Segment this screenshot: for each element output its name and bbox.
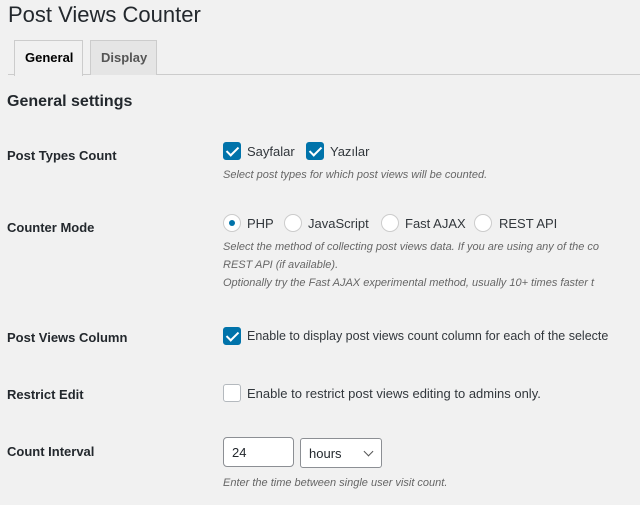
radio-javascript[interactable] (284, 214, 302, 232)
counter-mode-label: Counter Mode (7, 220, 95, 235)
counter-mode-desc-1: Select the method of collecting post vie… (223, 241, 600, 253)
restrict-edit-label: Restrict Edit (7, 387, 84, 402)
radio-php[interactable] (223, 214, 241, 232)
section-title: General settings (7, 93, 133, 110)
count-interval-input[interactable]: 24 (223, 437, 294, 467)
post-views-column-label: Post Views Column (7, 330, 128, 345)
chevron-down-icon (363, 446, 374, 457)
checkbox-yazilar[interactable] (306, 142, 324, 160)
radio-javascript-label: JavaScript (308, 216, 369, 231)
radio-fast-ajax[interactable] (381, 214, 399, 232)
count-interval-label: Count Interval (7, 444, 95, 459)
tab-general[interactable]: General (14, 40, 83, 76)
checkbox-post-views-column[interactable] (223, 327, 241, 345)
radio-rest-api[interactable] (474, 214, 492, 232)
counter-mode-desc-3: Optionally try the Fast AJAX experimenta… (223, 277, 595, 289)
count-interval-desc: Enter the time between single user visit… (223, 477, 448, 489)
restrict-edit-text: Enable to restrict post views editing to… (247, 386, 541, 401)
radio-php-label: PHP (247, 216, 274, 231)
radio-fast-ajax-label: Fast AJAX (405, 216, 466, 231)
post-views-column-text: Enable to display post views count colum… (247, 329, 609, 343)
counter-mode-desc: Select the method of collecting post vie… (223, 238, 636, 292)
unit-value: hours (309, 446, 342, 461)
yazilar-label: Yazılar (330, 144, 370, 159)
checkbox-restrict-edit[interactable] (223, 384, 241, 402)
page-title: Post Views Counter (8, 2, 201, 27)
sayfalar-label: Sayfalar (247, 144, 295, 159)
counter-mode-desc-2: REST API (if available). (223, 259, 339, 271)
tab-display[interactable]: Display (90, 40, 157, 75)
post-types-desc: Select post types for which post views w… (223, 169, 488, 181)
checkbox-sayfalar[interactable] (223, 142, 241, 160)
radio-rest-api-label: REST API (499, 216, 558, 231)
count-interval-unit-select[interactable]: hours (300, 438, 382, 468)
post-types-label: Post Types Count (7, 148, 117, 163)
